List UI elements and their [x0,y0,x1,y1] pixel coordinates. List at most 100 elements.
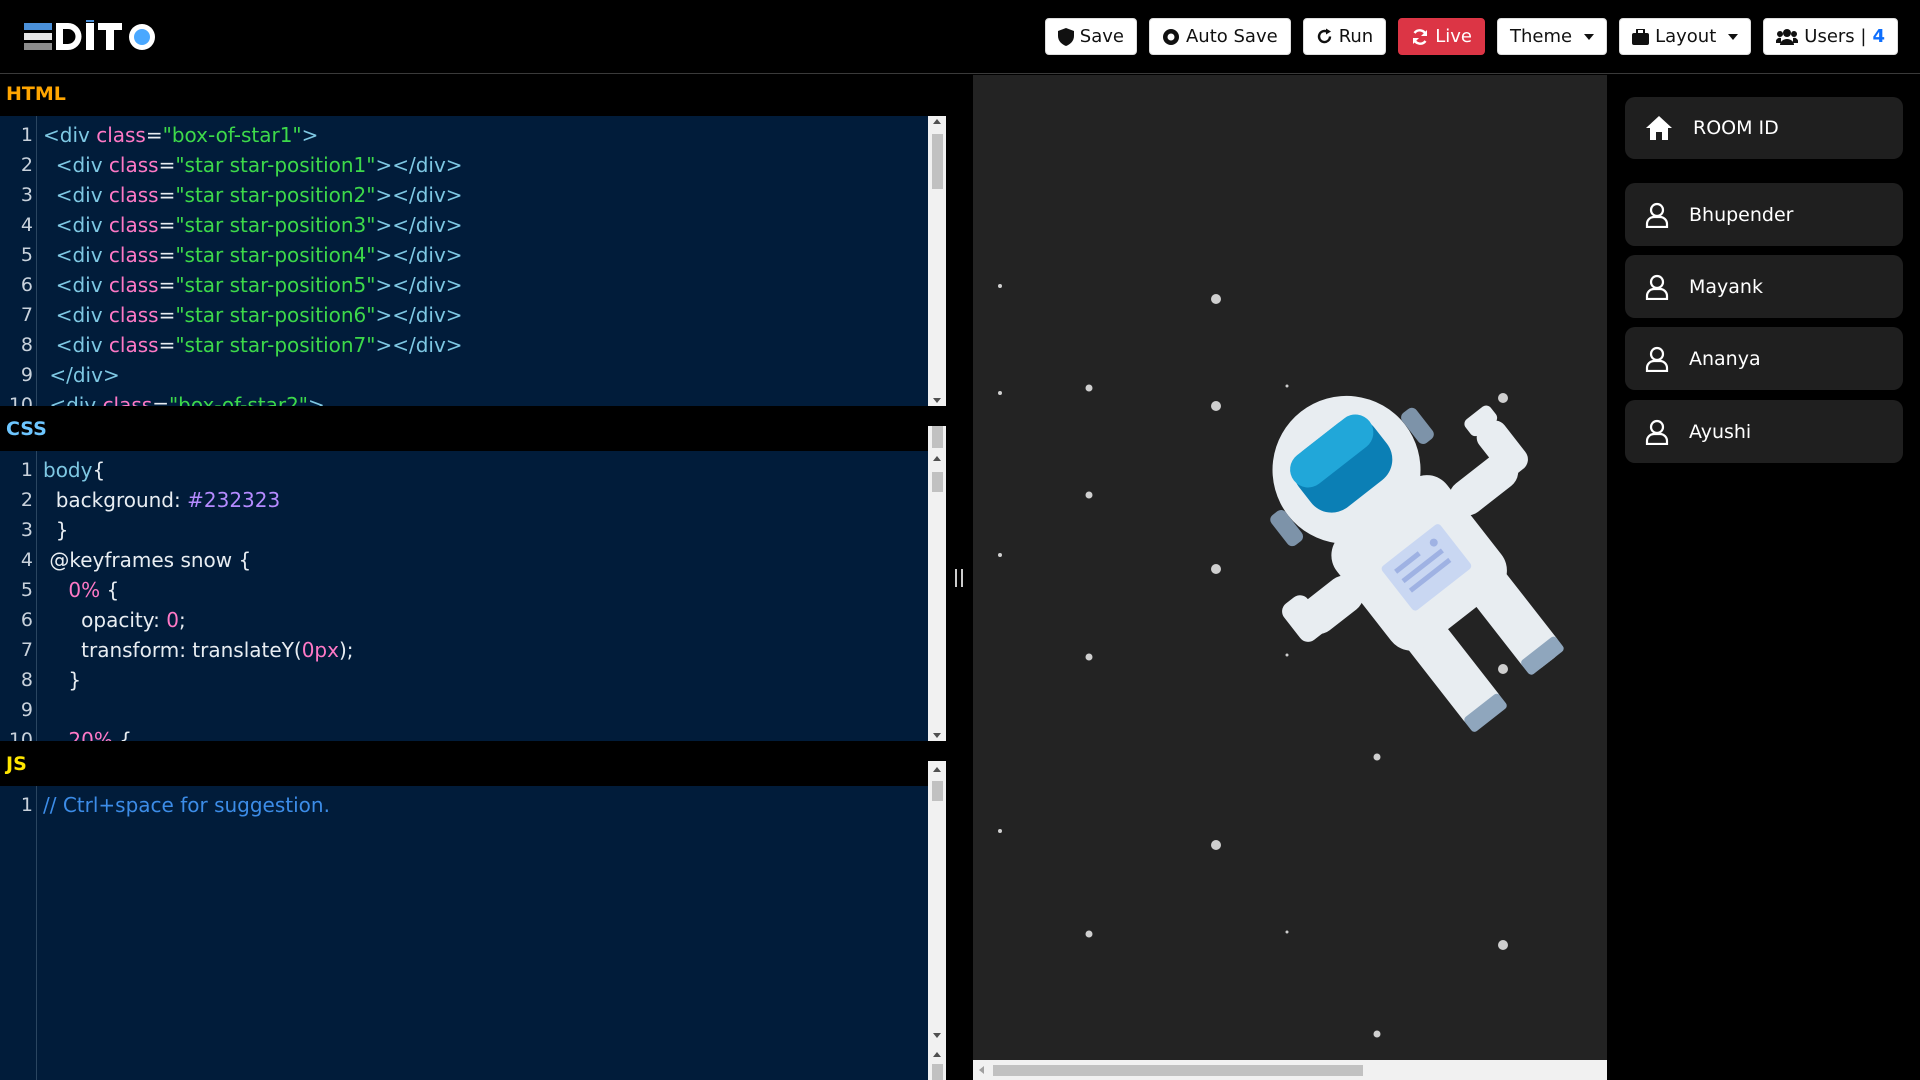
theme-dropdown[interactable]: Theme [1496,18,1608,55]
line-number: 8 [20,334,33,356]
line-number: 6 [20,609,33,631]
code-line[interactable]: 6 <div class="star star-position5"></div… [0,270,928,300]
code-token: class [108,303,159,327]
line-number-gutter [0,786,37,1080]
code-text: 0% { [43,575,119,605]
live-button[interactable]: Live [1398,18,1485,55]
code-token: "star star-position5" [175,273,376,297]
scroll-up-icon[interactable] [933,767,941,772]
editor-panels: HTML 1 <div class="box-of-star1"> 2 <div c… [0,75,946,1080]
code-line[interactable]: 1 <div class="box-of-star1"> [0,120,928,150]
code-line[interactable]: 10 20% { [0,725,928,741]
star [1285,384,1289,388]
code-line[interactable]: 4 @keyframes snow { [0,545,928,575]
code-line[interactable]: 6 opacity: 0; [0,605,928,635]
code-line[interactable]: 8 } [0,665,928,695]
home-icon [1646,116,1672,140]
code-line[interactable]: 2 <div class="star star-position1"></div… [0,150,928,180]
refresh-icon [1317,28,1331,44]
app-logo[interactable] [24,20,164,54]
code-token: > [308,393,325,406]
save-button[interactable]: Save [1044,18,1137,55]
scrollbar-thumb[interactable] [993,1065,1363,1076]
line-number: 10 [8,394,33,406]
code-line[interactable]: 5 <div class="star star-position4"></div… [0,240,928,270]
scrollbar-thumb[interactable] [932,134,943,189]
line-number: 4 [20,549,33,571]
code-token: class [108,273,159,297]
line-number: 10 [8,729,33,741]
user-item[interactable]: Mayank [1625,255,1903,318]
live-preview[interactable] [973,75,1607,1080]
room-id-card[interactable]: ROOM ID [1625,97,1903,159]
preview-horizontal-scrollbar[interactable] [973,1060,1607,1080]
scrollbar-thumb[interactable] [932,472,943,492]
preview-canvas [998,284,1564,1038]
users-button[interactable]: Users | 4 [1763,18,1898,55]
user-item[interactable]: Bhupender [1625,183,1903,246]
layout-label: Layout [1655,26,1717,47]
code-line[interactable]: 2 background: #232323 [0,485,928,515]
code-token: "star star-position2" [175,183,376,207]
scroll-down-icon[interactable] [933,398,941,403]
code-token: "box-of-star1" [162,123,302,147]
users-label: Users | [1804,26,1867,47]
code-token: transform: translateY( [43,638,302,662]
run-button[interactable]: Run [1302,18,1387,55]
line-number: 1 [20,459,33,481]
user-icon [1645,346,1669,372]
scroll-down-icon[interactable] [933,733,941,738]
chevron-down-icon [1584,33,1595,40]
user-item[interactable]: Ayushi [1625,400,1903,463]
pane-resize-handle[interactable] [946,75,973,1080]
code-token: class [108,333,159,357]
scrollbar-thumb[interactable] [932,1064,943,1080]
code-line[interactable]: 8 <div class="star star-position7"></div… [0,330,928,360]
css-editor-scrollbar[interactable] [928,426,946,741]
code-line[interactable]: 1 body{ [0,455,928,485]
line-number: 8 [20,669,33,691]
scroll-up-icon[interactable] [933,119,941,124]
user-item[interactable]: Ananya [1625,327,1903,390]
code-text: <div class="star star-position3"></div> [43,210,463,240]
code-token: ></div> [375,333,463,357]
scroll-up-icon[interactable] [933,456,941,461]
scroll-up-icon[interactable] [933,1052,941,1057]
auto-save-button[interactable]: Auto Save [1148,18,1291,55]
html-editor[interactable]: 1 <div class="box-of-star1"> 2 <div class=… [0,116,928,406]
code-token: "star star-position6" [175,303,376,327]
scrollbar-thumb[interactable] [932,781,943,801]
line-number: 3 [20,519,33,541]
code-line[interactable]: 9 </div> [0,360,928,390]
code-token: ></div> [375,213,463,237]
code-token: <div [43,243,109,267]
line-number: 2 [20,154,33,176]
star [1285,653,1289,657]
code-line[interactable]: 5 0% { [0,575,928,605]
code-line[interactable]: 7 transform: translateY(0px); [0,635,928,665]
scrollbar-thumb[interactable] [932,426,943,448]
code-line[interactable]: 7 <div class="star star-position6"></div… [0,300,928,330]
app-header: Save Auto Save Run Live Theme Layout Use… [0,0,1920,74]
layout-dropdown[interactable]: Layout [1619,18,1752,55]
code-line[interactable]: 3 <div class="star star-position2"></div… [0,180,928,210]
scroll-left-icon[interactable] [979,1066,984,1074]
code-line[interactable]: 10 <div class="box-of-star2"> [0,390,928,406]
js-editor[interactable]: 1 // Ctrl+space for suggestion. [0,786,928,1080]
code-line[interactable]: 1 // Ctrl+space for suggestion. [0,790,928,820]
code-text: <div class="star star-position4"></div> [43,240,463,270]
html-editor-scrollbar[interactable] [928,116,946,406]
code-token: ></div> [375,243,463,267]
css-editor[interactable]: 1 body {2 background: #232323 3 } 4 @keyfram… [0,451,928,741]
js-pane-label: JS [6,753,27,775]
scroll-down-icon[interactable] [933,1033,941,1038]
code-line[interactable]: 3 } [0,515,928,545]
code-token: { [100,578,120,602]
code-line[interactable]: 4 <div class="star star-position3"></div… [0,210,928,240]
code-token: ></div> [375,153,463,177]
code-line[interactable]: 9 [0,695,928,725]
edito-logo-icon [24,20,155,50]
code-token: body [43,458,93,482]
briefcase-icon [1632,28,1650,45]
js-editor-scrollbar[interactable] [928,761,946,1080]
